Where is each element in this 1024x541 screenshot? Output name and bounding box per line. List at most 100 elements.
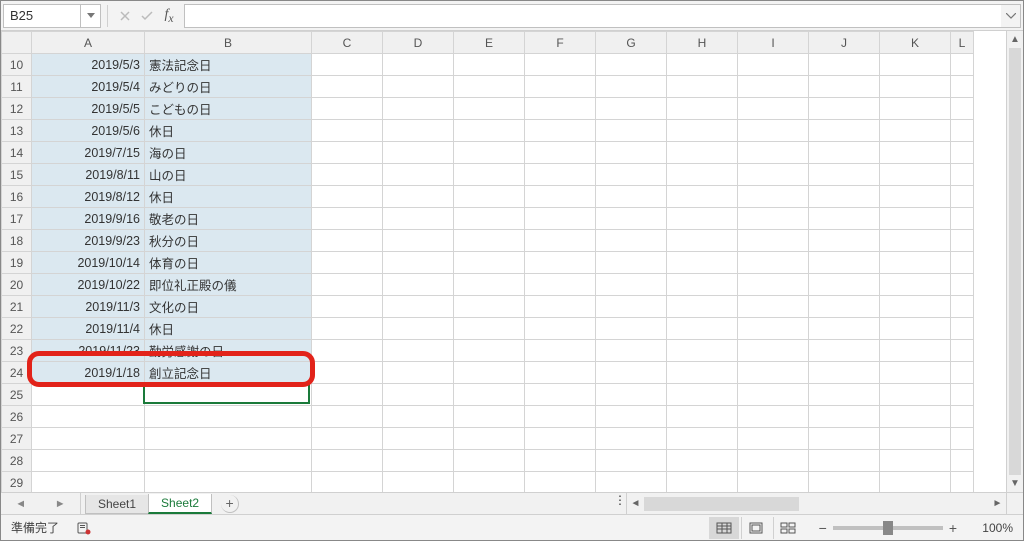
- cell[interactable]: [145, 406, 312, 428]
- add-sheet-button[interactable]: +: [221, 495, 239, 513]
- row-header[interactable]: 25: [2, 384, 32, 406]
- cell[interactable]: [951, 230, 974, 252]
- row-header[interactable]: 20: [2, 274, 32, 296]
- cell[interactable]: [809, 54, 880, 76]
- cell[interactable]: [880, 186, 951, 208]
- cell[interactable]: [525, 450, 596, 472]
- cell[interactable]: [596, 428, 667, 450]
- cell[interactable]: [667, 142, 738, 164]
- cell[interactable]: [667, 406, 738, 428]
- row-header[interactable]: 28: [2, 450, 32, 472]
- cell[interactable]: [667, 340, 738, 362]
- cell[interactable]: 敬老の日: [145, 208, 312, 230]
- cell[interactable]: [809, 428, 880, 450]
- row-header[interactable]: 10: [2, 54, 32, 76]
- cell[interactable]: [880, 472, 951, 493]
- cell[interactable]: [809, 384, 880, 406]
- row-header[interactable]: 13: [2, 120, 32, 142]
- column-header[interactable]: K: [880, 32, 951, 54]
- insert-function-button[interactable]: fx: [158, 5, 180, 27]
- cell[interactable]: 2019/5/4: [32, 76, 145, 98]
- name-box-dropdown[interactable]: [81, 4, 101, 28]
- cell[interactable]: [312, 274, 383, 296]
- cell[interactable]: 海の日: [145, 142, 312, 164]
- cell[interactable]: [951, 142, 974, 164]
- cell[interactable]: [454, 54, 525, 76]
- cell[interactable]: [738, 76, 809, 98]
- cell[interactable]: [738, 120, 809, 142]
- cell[interactable]: [596, 230, 667, 252]
- cell[interactable]: [738, 186, 809, 208]
- cell[interactable]: [809, 186, 880, 208]
- cell[interactable]: [809, 230, 880, 252]
- cell[interactable]: [383, 142, 454, 164]
- cell[interactable]: [951, 208, 974, 230]
- sheet-nav-prev-icon[interactable]: ◄: [15, 498, 26, 510]
- cell[interactable]: [525, 120, 596, 142]
- cell[interactable]: 2019/5/6: [32, 120, 145, 142]
- scroll-up-icon[interactable]: ▲: [1007, 31, 1023, 48]
- cell[interactable]: [383, 296, 454, 318]
- cell[interactable]: [738, 274, 809, 296]
- cell[interactable]: 2019/9/16: [32, 208, 145, 230]
- sheet-nav-next-icon[interactable]: ►: [55, 498, 66, 510]
- cell[interactable]: [809, 76, 880, 98]
- cell[interactable]: [312, 230, 383, 252]
- sheet-tab[interactable]: Sheet1: [85, 495, 149, 514]
- cell[interactable]: [312, 472, 383, 493]
- cell[interactable]: [383, 208, 454, 230]
- cell[interactable]: [667, 230, 738, 252]
- cell[interactable]: 2019/8/11: [32, 164, 145, 186]
- row-header[interactable]: 12: [2, 98, 32, 120]
- cell[interactable]: 2019/11/23: [32, 340, 145, 362]
- cell[interactable]: [738, 230, 809, 252]
- cell[interactable]: [951, 98, 974, 120]
- cell[interactable]: [809, 252, 880, 274]
- cell[interactable]: [809, 164, 880, 186]
- cell[interactable]: [880, 362, 951, 384]
- macro-record-icon[interactable]: [77, 521, 91, 535]
- cell[interactable]: [525, 362, 596, 384]
- column-header[interactable]: B: [145, 32, 312, 54]
- cell[interactable]: [951, 296, 974, 318]
- cell[interactable]: [596, 186, 667, 208]
- cell[interactable]: [951, 186, 974, 208]
- cell[interactable]: [951, 54, 974, 76]
- cell[interactable]: [383, 450, 454, 472]
- cell[interactable]: [525, 164, 596, 186]
- cell[interactable]: [880, 252, 951, 274]
- cell[interactable]: [880, 274, 951, 296]
- cell[interactable]: [383, 164, 454, 186]
- cell[interactable]: [32, 406, 145, 428]
- cell[interactable]: 創立記念日: [145, 362, 312, 384]
- cell[interactable]: [596, 98, 667, 120]
- cell[interactable]: [951, 120, 974, 142]
- cell[interactable]: 文化の日: [145, 296, 312, 318]
- cell[interactable]: [951, 406, 974, 428]
- cell[interactable]: [880, 318, 951, 340]
- cell[interactable]: [312, 384, 383, 406]
- cell[interactable]: [454, 406, 525, 428]
- cell[interactable]: 2019/9/23: [32, 230, 145, 252]
- cell[interactable]: [809, 362, 880, 384]
- zoom-out-button[interactable]: −: [819, 520, 827, 536]
- cell[interactable]: 2019/5/5: [32, 98, 145, 120]
- cell[interactable]: [312, 450, 383, 472]
- cell[interactable]: 2019/10/22: [32, 274, 145, 296]
- cell[interactable]: [454, 274, 525, 296]
- cell[interactable]: [667, 208, 738, 230]
- zoom-slider[interactable]: [833, 526, 943, 530]
- column-header[interactable]: H: [667, 32, 738, 54]
- cell[interactable]: [738, 318, 809, 340]
- cell[interactable]: [454, 296, 525, 318]
- cell[interactable]: 2019/11/4: [32, 318, 145, 340]
- cell[interactable]: [383, 384, 454, 406]
- cell[interactable]: 2019/5/3: [32, 54, 145, 76]
- zoom-slider-handle[interactable]: [883, 521, 893, 535]
- cell[interactable]: [951, 472, 974, 493]
- cell[interactable]: [738, 340, 809, 362]
- row-header[interactable]: 19: [2, 252, 32, 274]
- cell[interactable]: [525, 406, 596, 428]
- cell[interactable]: [596, 76, 667, 98]
- cell[interactable]: [596, 384, 667, 406]
